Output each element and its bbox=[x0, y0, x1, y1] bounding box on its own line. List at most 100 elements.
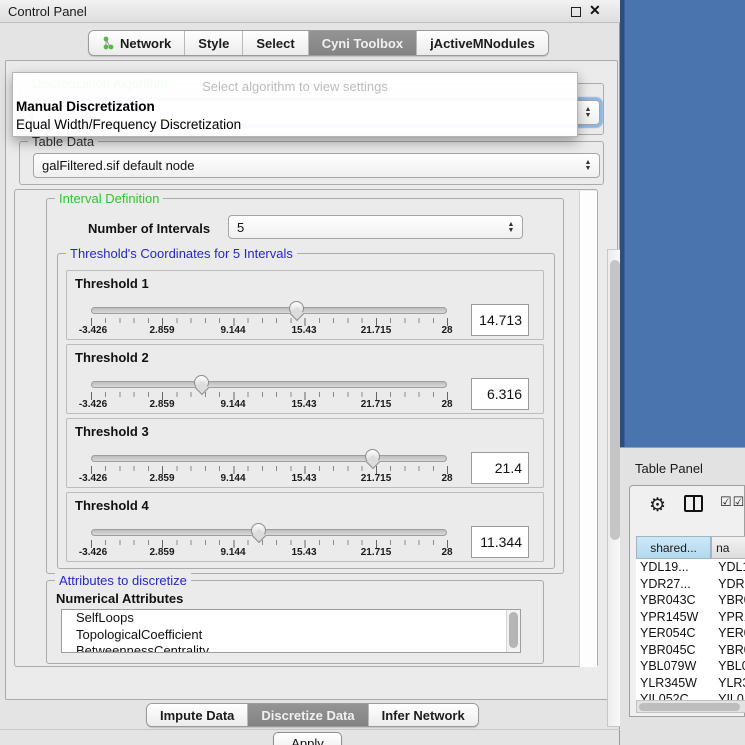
slider-thumb[interactable] bbox=[365, 449, 380, 464]
tab-label: Cyni Toolbox bbox=[322, 36, 403, 51]
cell: YDL19... bbox=[636, 560, 718, 574]
list-item[interactable]: SelfLoops bbox=[62, 610, 520, 627]
tab-jactivemnodules[interactable]: jActiveMNodules bbox=[416, 31, 548, 55]
threshold-value-field[interactable]: 21.4 bbox=[471, 452, 529, 484]
tab-select[interactable]: Select bbox=[242, 31, 307, 55]
tick-label: -3.426 bbox=[79, 325, 107, 336]
panel-title: Control Panel bbox=[8, 4, 87, 19]
slider-thumb[interactable] bbox=[194, 375, 209, 390]
cell: YDL1 bbox=[718, 560, 745, 574]
tab-label: Discretize Data bbox=[261, 708, 354, 723]
threshold-value-field[interactable]: 14.713 bbox=[471, 304, 529, 336]
cell: YBR045C bbox=[636, 643, 718, 657]
tick-label: 15.43 bbox=[291, 325, 316, 336]
algorithm-dropdown-popup: Select algorithm to view settings Manual… bbox=[12, 72, 578, 137]
tick-label: 9.144 bbox=[220, 547, 245, 558]
top-tab-bar: Network Style Select Cyni Toolbox jActiv… bbox=[88, 30, 549, 56]
group-title: Attributes to discretize bbox=[55, 573, 191, 588]
threshold-4-row: Threshold 4 -3.426 2.859 9.144 15.43 21.… bbox=[66, 492, 544, 562]
number-of-intervals-combobox[interactable]: 5 ▲▼ bbox=[228, 215, 523, 239]
table-scrollbar-thumb[interactable] bbox=[639, 703, 740, 711]
list-scrollbar-thumb[interactable] bbox=[509, 612, 518, 648]
slider-track[interactable] bbox=[91, 455, 447, 462]
tick-label: 9.144 bbox=[220, 399, 245, 410]
threshold-value-field[interactable]: 11.344 bbox=[471, 526, 529, 558]
tab-label: Network bbox=[120, 36, 171, 51]
table-panel-title: Table Panel bbox=[635, 461, 703, 476]
cytoscape-desktop: GAL80 GA C GAL11 GAL4 GCY1 H HAP2 bbox=[620, 0, 745, 447]
float-icon[interactable] bbox=[571, 7, 581, 17]
tab-cyni-toolbox[interactable]: Cyni Toolbox bbox=[308, 31, 416, 55]
column-header-name[interactable]: na bbox=[711, 536, 745, 559]
table-row[interactable]: YER054CYER0 bbox=[636, 625, 745, 642]
tick-label: 15.43 bbox=[291, 399, 316, 410]
stepper-icon: ▲▼ bbox=[504, 218, 518, 237]
tick-label: -3.426 bbox=[79, 399, 107, 410]
tick-label: 21.715 bbox=[361, 325, 392, 336]
table-row[interactable]: YPR145WYPR1 bbox=[636, 609, 745, 626]
tick-label: 28 bbox=[441, 325, 452, 336]
table-rows: YDL19...YDL1 YDR27...YDR2 YBR043CYBR0 YP… bbox=[636, 559, 745, 700]
inner-scrollbar[interactable] bbox=[579, 191, 597, 667]
tab-impute-data[interactable]: Impute Data bbox=[147, 704, 247, 726]
stepper-icon: ▲▼ bbox=[581, 103, 595, 122]
panel-scrollbar-thumb[interactable] bbox=[610, 260, 620, 540]
apply-button[interactable]: Apply bbox=[273, 732, 342, 745]
table-row[interactable]: YDL19...YDL1 bbox=[636, 559, 745, 576]
tab-style[interactable]: Style bbox=[184, 31, 242, 55]
list-scrollbar[interactable] bbox=[506, 610, 520, 652]
tick-label: 9.144 bbox=[220, 473, 245, 484]
slider-ticks bbox=[91, 318, 448, 326]
table-data-group: Table Data galFiltered.sif default node … bbox=[19, 141, 604, 185]
table-panel: Table Panel ⚙ ☑☑ shared... na YDL19...YD… bbox=[620, 447, 745, 745]
table-row[interactable]: YBL079WYBL0 bbox=[636, 658, 745, 675]
select-columns-checkbox-icon[interactable]: ☑☑ bbox=[720, 494, 745, 510]
group-title: Threshold's Coordinates for 5 Intervals bbox=[66, 246, 297, 261]
tick-label: 21.715 bbox=[361, 547, 392, 558]
tick-label: 2.859 bbox=[149, 473, 174, 484]
slider-track[interactable] bbox=[91, 529, 447, 536]
table-row[interactable]: YBR043CYBR0 bbox=[636, 592, 745, 609]
slider-track[interactable] bbox=[91, 307, 447, 314]
slider-track[interactable] bbox=[91, 381, 447, 388]
dropdown-prompt-item: Select algorithm to view settings bbox=[13, 79, 577, 94]
dropdown-option-manual[interactable]: Manual Discretization bbox=[16, 99, 155, 114]
cell: YER0 bbox=[718, 626, 745, 640]
close-icon[interactable]: ✕ bbox=[589, 2, 601, 19]
table-horizontal-scrollbar[interactable] bbox=[636, 700, 745, 713]
table-panel-body: ⚙ ☑☑ shared... na YDL19...YDL1 YDR27...Y… bbox=[629, 485, 745, 717]
cell: YDR27... bbox=[636, 577, 718, 591]
slider-thumb[interactable] bbox=[289, 301, 304, 316]
gear-icon[interactable]: ⚙ bbox=[649, 494, 666, 517]
tab-network[interactable]: Network bbox=[89, 31, 184, 55]
slider-thumb[interactable] bbox=[251, 523, 266, 538]
table-row[interactable]: YLR345WYLR3 bbox=[636, 675, 745, 692]
cell: YBL079W bbox=[636, 659, 718, 673]
dropdown-option-equal-width[interactable]: Equal Width/Frequency Discretization bbox=[16, 117, 241, 132]
tick-label: 21.715 bbox=[361, 473, 392, 484]
table-row[interactable]: YIL052CYIL0 bbox=[636, 691, 745, 700]
tab-discretize-data[interactable]: Discretize Data bbox=[247, 704, 367, 726]
list-item[interactable]: BetweennessCentrality bbox=[62, 643, 520, 653]
tick-label: 2.859 bbox=[149, 325, 174, 336]
tab-label: Select bbox=[256, 36, 294, 51]
cell: YER054C bbox=[636, 626, 718, 640]
cell: YBR043C bbox=[636, 593, 718, 607]
tab-infer-network[interactable]: Infer Network bbox=[368, 704, 478, 726]
attributes-group: Attributes to discretize Numerical Attri… bbox=[46, 580, 544, 664]
numerical-attributes-label: Numerical Attributes bbox=[56, 591, 183, 606]
column-header-shared-name[interactable]: shared... bbox=[636, 536, 711, 559]
slider-ticks bbox=[91, 540, 448, 548]
list-item[interactable]: TopologicalCoefficient bbox=[62, 627, 520, 644]
table-row[interactable]: YDR27...YDR2 bbox=[636, 576, 745, 593]
table-columns-icon[interactable] bbox=[684, 495, 703, 512]
threshold-1-row: Threshold 1 -3.426 2.859 9.144 15.43 21.… bbox=[66, 270, 544, 340]
screen: Control Panel ✕ Network Style Se bbox=[0, 0, 745, 745]
slider-ticks bbox=[91, 466, 448, 474]
threshold-value-field[interactable]: 6.316 bbox=[471, 378, 529, 410]
tick-label: 28 bbox=[441, 473, 452, 484]
combobox-value: 5 bbox=[237, 220, 244, 235]
table-row[interactable]: YBR045CYBR0 bbox=[636, 642, 745, 659]
tick-label: -3.426 bbox=[79, 473, 107, 484]
table-data-combobox[interactable]: galFiltered.sif default node ▲▼ bbox=[33, 153, 600, 178]
